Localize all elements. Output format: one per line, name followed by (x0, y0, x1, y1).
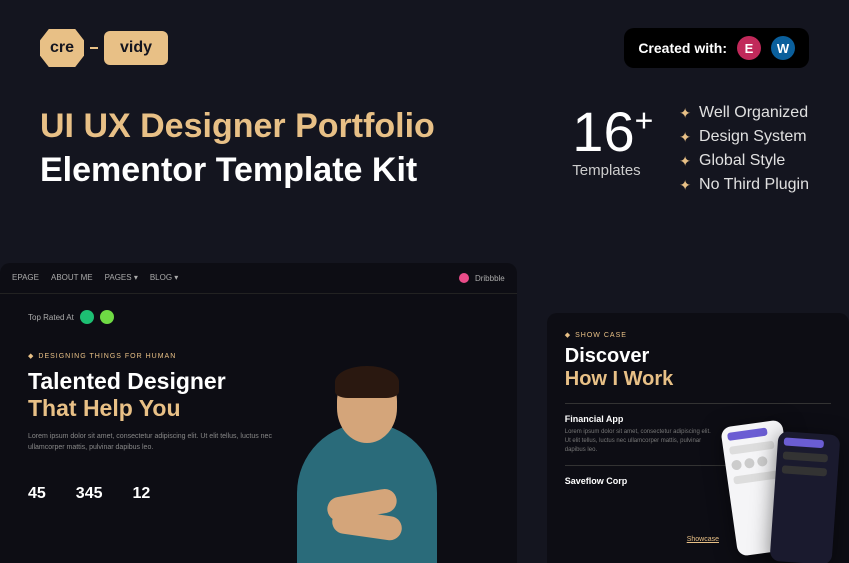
created-with-label: Created with: (638, 40, 727, 56)
nav-item[interactable]: PAGES ▾ (105, 273, 138, 283)
hero-description: Lorem ipsum dolor sit amet, consectetur … (28, 432, 288, 453)
nav-right: Dribbble (459, 273, 505, 283)
nav-item[interactable]: ABOUT ME (51, 273, 93, 283)
dribbble-label[interactable]: Dribbble (475, 274, 505, 283)
feature-item: ✦Design System (679, 128, 809, 146)
feature-item: ✦Well Organized (679, 104, 809, 122)
preview-card-showcase: ◆SHOW CASE Discover How I Work Financial… (547, 313, 849, 563)
preview-nav: EPAGE ABOUT ME PAGES ▾ BLOG ▾ Dribbble (0, 263, 517, 294)
templates-label: Templates (572, 162, 653, 179)
logo-right: vidy (104, 31, 168, 65)
logo-connector (90, 47, 98, 49)
phone-mockups (729, 393, 849, 563)
upwork-icon (100, 310, 114, 324)
sparkle-icon: ✦ (679, 177, 691, 194)
phone-dark (770, 431, 841, 563)
top-rated-label: Top Rated At (28, 313, 74, 322)
feature-list: ✦Well Organized ✦Design System ✦Global S… (679, 104, 809, 194)
headline-white: Elementor Template Kit (40, 148, 522, 192)
app-description: Lorem ipsum dolor sit amet, consectetur … (565, 428, 715, 455)
stat: 345 (76, 485, 103, 503)
brand-logo: cre vidy (40, 29, 168, 67)
nav-item[interactable]: EPAGE (12, 273, 39, 283)
preview-card-hero: EPAGE ABOUT ME PAGES ▾ BLOG ▾ Dribbble T… (0, 263, 517, 563)
headline: UI UX Designer Portfolio Elementor Templ… (40, 104, 522, 194)
elementor-icon: E (737, 36, 761, 60)
stat: 12 (133, 485, 151, 503)
person-illustration (277, 333, 457, 563)
sparkle-icon: ✦ (679, 105, 691, 122)
nav-item[interactable]: BLOG ▾ (150, 273, 178, 283)
logo-left: cre (40, 29, 84, 67)
headline-gold: UI UX Designer Portfolio (40, 104, 522, 148)
header: cre vidy Created with: E W (0, 0, 849, 68)
sparkle-icon: ✦ (679, 129, 691, 146)
feature-item: ✦No Third Plugin (679, 176, 809, 194)
stat: 45 (28, 485, 46, 503)
feature-item: ✦Global Style (679, 152, 809, 170)
wordpress-icon: W (771, 36, 795, 60)
template-count: 16+ Templates (572, 104, 653, 179)
preview-row: EPAGE ABOUT ME PAGES ▾ BLOG ▾ Dribbble T… (0, 263, 849, 563)
fiverr-icon (80, 310, 94, 324)
created-with-badge: Created with: E W (624, 28, 809, 68)
dribbble-icon (459, 273, 469, 283)
showcase-link[interactable]: Showcase (687, 536, 719, 543)
showcase-title-line1: Discover (565, 345, 831, 368)
right-column: 16+ Templates ✦Well Organized ✦Design Sy… (572, 104, 809, 194)
main-row: UI UX Designer Portfolio Elementor Templ… (0, 68, 849, 194)
showcase-tag: ◆SHOW CASE (565, 331, 831, 339)
top-rated: Top Rated At (0, 294, 517, 332)
template-number: 16+ (572, 104, 653, 160)
showcase-title-line2: How I Work (565, 368, 831, 391)
sparkle-icon: ✦ (679, 153, 691, 170)
